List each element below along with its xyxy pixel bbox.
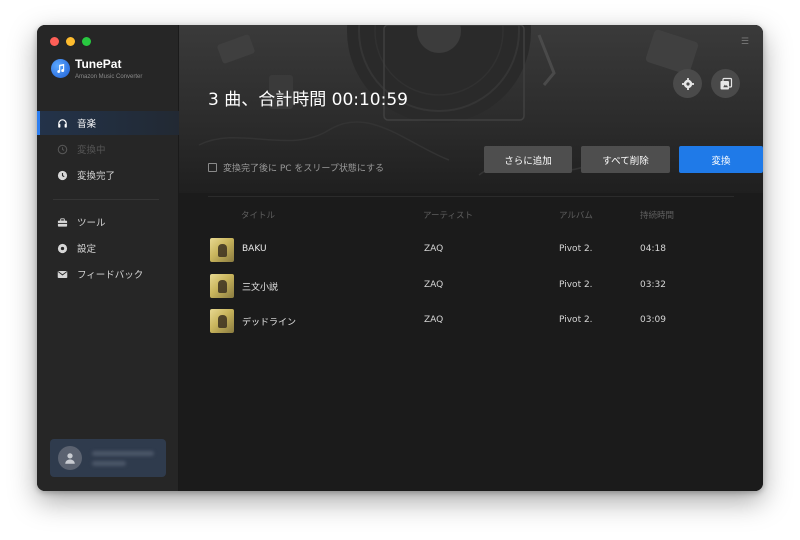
- track-duration: 03:32: [640, 280, 666, 290]
- sidebar-item-feedback[interactable]: フィードバック: [37, 262, 179, 286]
- track-title: デッドライン: [242, 318, 297, 328]
- user-account-card[interactable]: [50, 439, 166, 477]
- convert-button[interactable]: 変換: [679, 146, 763, 173]
- library-icon: [720, 77, 732, 89]
- column-header-title: タイトル: [241, 211, 276, 221]
- sidebar-item-converting[interactable]: 変換中: [37, 137, 179, 161]
- window-controls: [50, 37, 91, 46]
- close-window-button[interactable]: [50, 37, 59, 46]
- user-info-blurred: [92, 450, 154, 466]
- sidebar-item-label: 変換完了: [77, 171, 116, 182]
- track-artist: ZAQ: [424, 280, 444, 290]
- sidebar-item-label: 音楽: [77, 119, 97, 130]
- track-title: BAKU: [242, 244, 267, 254]
- gear-icon: [681, 77, 694, 90]
- minimize-window-button[interactable]: [66, 37, 75, 46]
- table-row[interactable]: 三文小説 ZAQ Pivot 2. 03:32: [179, 271, 763, 301]
- zoom-window-button[interactable]: [82, 37, 91, 46]
- delete-all-button[interactable]: すべて削除: [581, 146, 670, 173]
- table-row[interactable]: デッドライン ZAQ Pivot 2. 03:09: [179, 306, 763, 336]
- app-window: TunePat Amazon Music Converter 音楽 変換中 変換…: [37, 25, 763, 491]
- clock-icon: [57, 170, 68, 181]
- sidebar-item-music[interactable]: 音楽: [37, 111, 179, 135]
- album-art-thumbnail: [210, 274, 234, 298]
- app-subtitle: Amazon Music Converter: [75, 74, 143, 80]
- track-album: Pivot 2.: [559, 315, 593, 325]
- sleep-option-label: 変換完了後に PC をスリープ状態にする: [223, 164, 384, 174]
- headphones-icon: [57, 118, 68, 129]
- album-art-thumbnail: [210, 309, 234, 333]
- sidebar-item-settings[interactable]: 設定: [37, 236, 179, 260]
- sidebar-item-label: 変換中: [77, 145, 106, 156]
- avatar: [58, 446, 82, 470]
- column-header-duration: 持続時間: [640, 211, 675, 221]
- column-header-artist: アーティスト: [423, 211, 473, 221]
- album-art-thumbnail: [210, 238, 234, 262]
- sleep-checkbox[interactable]: [208, 163, 217, 172]
- sidebar-item-label: 設定: [77, 244, 97, 255]
- toolbox-icon: [57, 217, 68, 228]
- sidebar-item-tools[interactable]: ツール: [37, 210, 179, 234]
- sleep-option[interactable]: 変換完了後に PC をスリープ状態にする: [208, 161, 384, 174]
- add-more-button[interactable]: さらに追加: [484, 146, 572, 173]
- column-header-album: アルバム: [559, 211, 593, 221]
- main-panel: ☰ 3 曲、合計時間 00:10:59 変換完了後に PC をスリープ状態にする…: [179, 25, 763, 491]
- clock-icon: [57, 144, 68, 155]
- sidebar-item-label: ツール: [77, 218, 106, 229]
- table-divider: [208, 196, 734, 197]
- table-row[interactable]: BAKU ZAQ Pivot 2. 04:18: [179, 235, 763, 265]
- sidebar: TunePat Amazon Music Converter 音楽 変換中 変換…: [37, 25, 179, 491]
- sidebar-divider: [53, 199, 159, 200]
- header-banner: ☰ 3 曲、合計時間 00:10:59 変換完了後に PC をスリープ状態にする…: [179, 25, 763, 193]
- app-name: TunePat: [75, 57, 122, 71]
- track-album: Pivot 2.: [559, 244, 593, 254]
- track-title: 三文小説: [242, 283, 279, 293]
- user-icon: [65, 453, 75, 464]
- output-folder-button[interactable]: [711, 69, 740, 98]
- settings-button[interactable]: [673, 69, 702, 98]
- page-title: 3 曲、合計時間 00:10:59: [208, 90, 408, 110]
- mail-icon: [57, 269, 68, 280]
- track-duration: 04:18: [640, 244, 666, 254]
- gear-icon: [57, 243, 68, 254]
- sidebar-item-converted[interactable]: 変換完了: [37, 163, 179, 187]
- track-artist: ZAQ: [424, 315, 444, 325]
- app-logo-icon: [51, 59, 70, 78]
- sidebar-item-label: フィードバック: [77, 270, 144, 281]
- menu-icon[interactable]: ☰: [741, 37, 749, 47]
- track-artist: ZAQ: [424, 244, 444, 254]
- track-album: Pivot 2.: [559, 280, 593, 290]
- track-duration: 03:09: [640, 315, 666, 325]
